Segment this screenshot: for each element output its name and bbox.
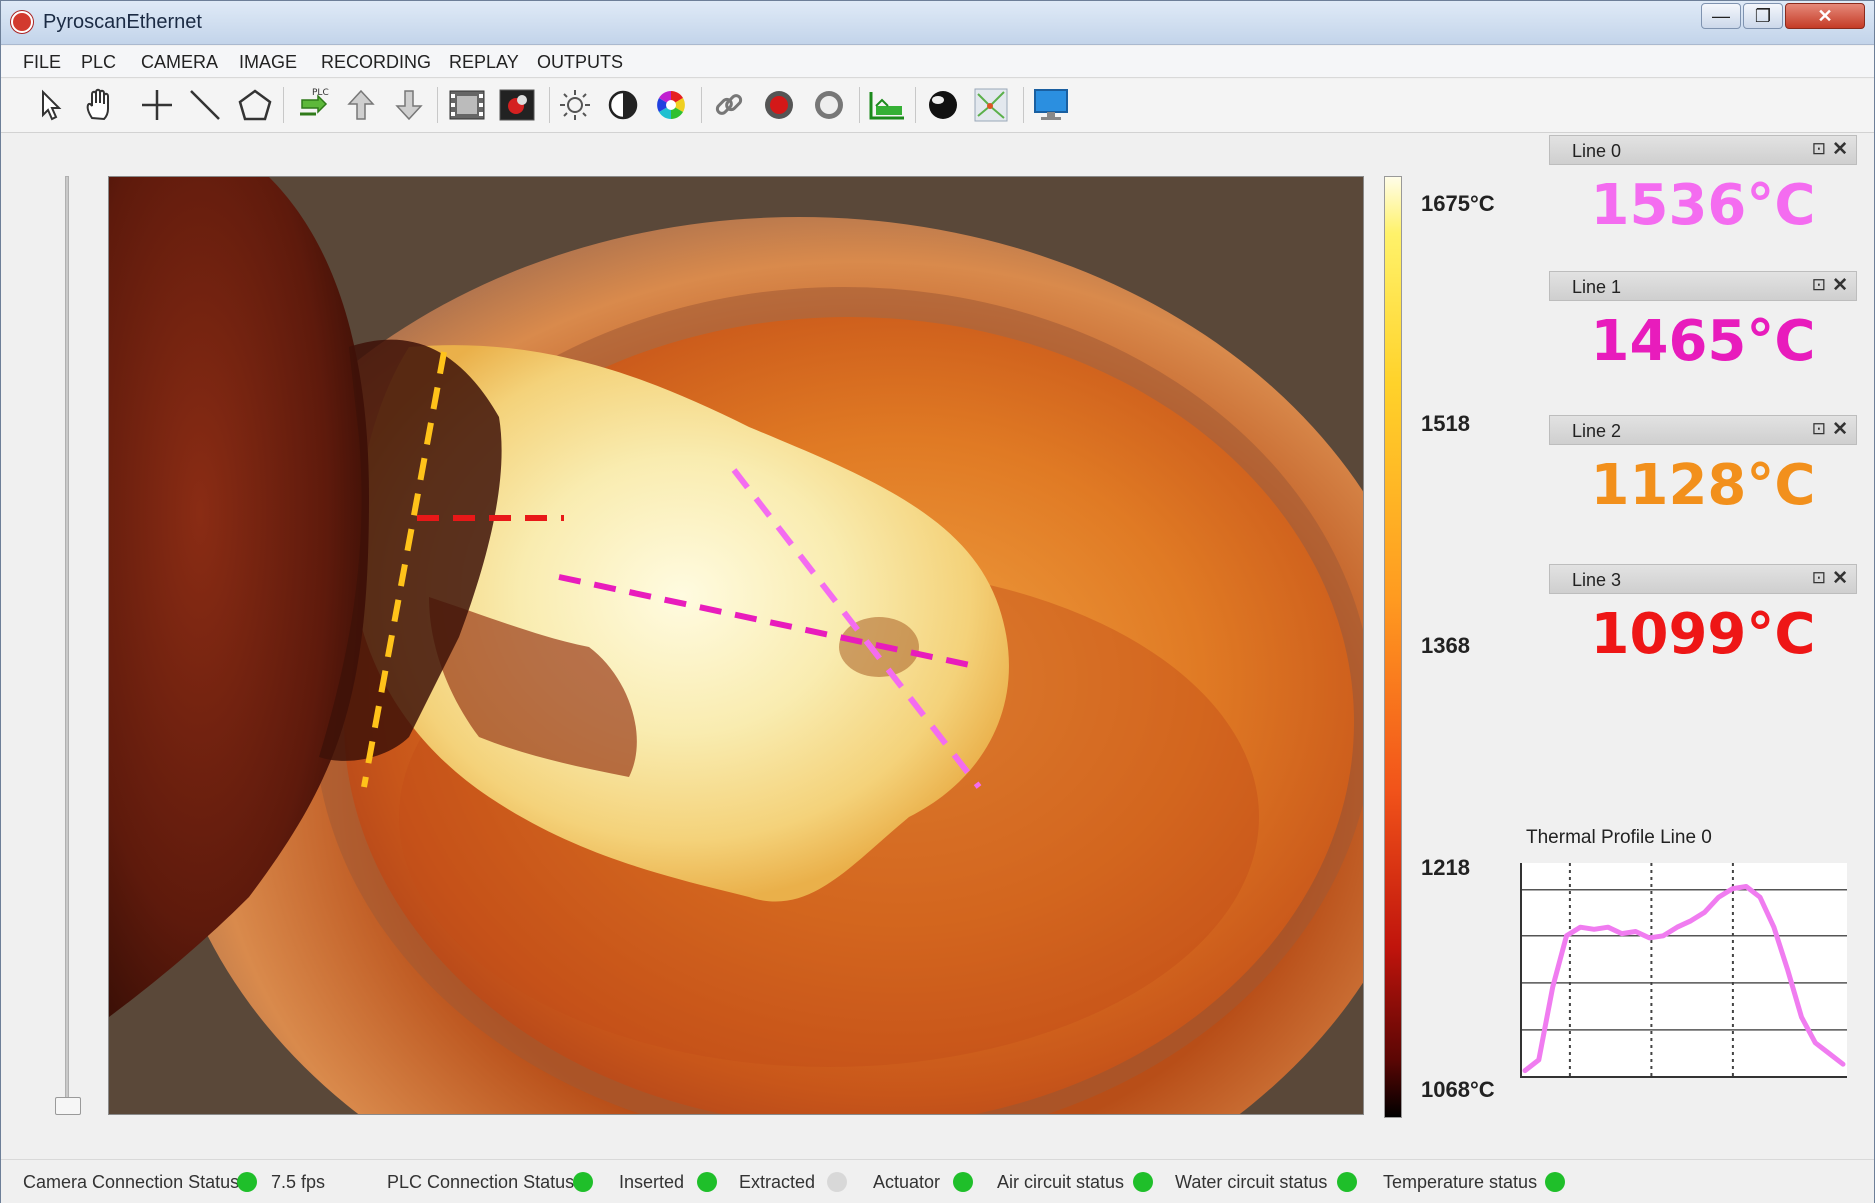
stop-icon[interactable] bbox=[809, 85, 849, 125]
actuator-label: Actuator bbox=[873, 1172, 941, 1192]
app-logo-icon bbox=[11, 11, 33, 33]
camera-status-indicator bbox=[237, 1172, 257, 1192]
menu-bar: FILE PLC CAMERA IMAGE RECORDING REPLAY O… bbox=[1, 46, 1874, 78]
scale-label-1218: 1218 bbox=[1421, 855, 1470, 880]
app-window: PyroscanEthernet — ❐ ✕ FILE PLC CAMERA I… bbox=[0, 0, 1875, 1203]
thermal-image-view[interactable] bbox=[108, 176, 1364, 1115]
scale-label-1518: 1518 bbox=[1421, 411, 1470, 436]
plc-badge-text: PLC bbox=[312, 88, 329, 98]
minimize-button[interactable]: — bbox=[1701, 3, 1741, 29]
layers-icon[interactable] bbox=[971, 85, 1011, 125]
toolbar: PLC bbox=[1, 79, 1874, 133]
toolbar-separator bbox=[701, 87, 702, 123]
menu-plc[interactable]: PLC bbox=[81, 52, 116, 73]
zoom-slider-handle[interactable] bbox=[55, 1097, 81, 1115]
menu-image[interactable]: IMAGE bbox=[239, 52, 297, 73]
line-tool-icon[interactable] bbox=[185, 85, 225, 125]
line-temperature: 1099°C bbox=[1590, 602, 1816, 667]
plc-status-indicator bbox=[573, 1172, 593, 1192]
line-panel-0: Line 0 ⊡ ✕ 1536°C bbox=[1549, 135, 1857, 253]
line-name: Line 3 bbox=[1572, 570, 1622, 590]
plc-icon[interactable]: PLC bbox=[293, 85, 333, 125]
sphere-icon[interactable] bbox=[923, 85, 963, 125]
profile-chart-title: Thermal Profile Line 0 bbox=[1526, 827, 1712, 848]
polygon-icon[interactable] bbox=[235, 85, 275, 125]
toolbar-separator bbox=[437, 87, 438, 123]
scale-label-min: 1068°C bbox=[1421, 1077, 1495, 1102]
line-panel-2: Line 2 ⊡ ✕ 1128°C bbox=[1549, 415, 1857, 533]
line-temperature: 1128°C bbox=[1590, 453, 1816, 518]
hand-icon[interactable] bbox=[79, 85, 119, 125]
fps-readout: 7.5 fps bbox=[271, 1172, 326, 1192]
arrow-down-icon[interactable] bbox=[389, 85, 429, 125]
line-panel-1: Line 1 ⊡ ✕ 1465°C bbox=[1549, 271, 1857, 389]
brightness-icon[interactable] bbox=[555, 85, 595, 125]
line-panel-header: Line 3 ⊡ ✕ bbox=[1549, 564, 1857, 594]
line-temperature: 1465°C bbox=[1590, 309, 1816, 374]
toolbar-separator bbox=[915, 87, 916, 123]
pin-icon[interactable]: ⊡ bbox=[1812, 419, 1826, 439]
menu-recording[interactable]: RECORDING bbox=[321, 52, 431, 73]
close-icon[interactable]: ✕ bbox=[1832, 418, 1848, 441]
maximize-button[interactable]: ❐ bbox=[1743, 3, 1783, 29]
record-icon[interactable] bbox=[759, 85, 799, 125]
thermal-profile-chart bbox=[1513, 853, 1853, 1094]
close-icon[interactable]: ✕ bbox=[1832, 138, 1848, 161]
line-name: Line 0 bbox=[1572, 141, 1622, 161]
line-panel-header: Line 1 ⊡ ✕ bbox=[1549, 271, 1857, 301]
close-button[interactable]: ✕ bbox=[1785, 3, 1865, 29]
temperature-scale-bar bbox=[1384, 176, 1402, 1118]
camera-status-label: Camera Connection Status bbox=[23, 1172, 240, 1192]
line-panel-3: Line 3 ⊡ ✕ 1099°C bbox=[1549, 564, 1857, 682]
extracted-indicator bbox=[827, 1172, 847, 1192]
air-circuit-indicator bbox=[1133, 1172, 1153, 1192]
air-circuit-label: Air circuit status bbox=[997, 1172, 1125, 1192]
close-icon[interactable]: ✕ bbox=[1832, 274, 1848, 297]
toolbar-separator bbox=[859, 87, 860, 123]
inserted-indicator bbox=[697, 1172, 717, 1192]
line-name: Line 1 bbox=[1572, 277, 1622, 297]
scale-label-max: 1675°C bbox=[1421, 191, 1495, 216]
menu-replay[interactable]: REPLAY bbox=[449, 52, 519, 73]
line-panel-header: Line 0 ⊡ ✕ bbox=[1549, 135, 1857, 165]
actuator-indicator bbox=[953, 1172, 973, 1192]
monitor-icon[interactable] bbox=[1031, 85, 1071, 125]
title-bar: PyroscanEthernet — ❐ ✕ bbox=[1, 1, 1874, 45]
temperature-status-indicator bbox=[1545, 1172, 1565, 1192]
toolbar-separator bbox=[283, 87, 284, 123]
crosshair-icon[interactable] bbox=[137, 85, 177, 125]
menu-camera[interactable]: CAMERA bbox=[141, 52, 218, 73]
pin-icon[interactable]: ⊡ bbox=[1812, 275, 1826, 295]
line-name: Line 2 bbox=[1572, 421, 1622, 441]
close-icon[interactable]: ✕ bbox=[1832, 567, 1848, 590]
line-temperature: 1536°C bbox=[1590, 173, 1816, 238]
snapshot-icon[interactable] bbox=[497, 85, 537, 125]
contrast-icon[interactable] bbox=[603, 85, 643, 125]
link-icon[interactable] bbox=[709, 85, 749, 125]
color-palette-icon[interactable] bbox=[651, 85, 691, 125]
pin-icon[interactable]: ⊡ bbox=[1812, 568, 1826, 588]
window-title: PyroscanEthernet bbox=[43, 11, 202, 33]
water-circuit-label: Water circuit status bbox=[1175, 1172, 1328, 1192]
toolbar-separator bbox=[549, 87, 550, 123]
menu-file[interactable]: FILE bbox=[23, 52, 61, 73]
menu-outputs[interactable]: OUTPUTS bbox=[537, 52, 623, 73]
water-circuit-indicator bbox=[1337, 1172, 1357, 1192]
line-panel-header: Line 2 ⊡ ✕ bbox=[1549, 415, 1857, 445]
temperature-status-label: Temperature status bbox=[1383, 1172, 1538, 1192]
zoom-slider-track[interactable] bbox=[65, 176, 69, 1101]
film-icon[interactable] bbox=[447, 85, 487, 125]
pointer-icon[interactable] bbox=[31, 85, 71, 125]
scale-label-1368: 1368 bbox=[1421, 633, 1470, 658]
plc-status-label: PLC Connection Status bbox=[387, 1172, 575, 1192]
extracted-label: Extracted bbox=[739, 1172, 816, 1192]
pin-icon[interactable]: ⊡ bbox=[1812, 139, 1826, 159]
arrow-up-icon[interactable] bbox=[341, 85, 381, 125]
inserted-label: Inserted bbox=[619, 1172, 685, 1192]
toolbar-separator bbox=[1023, 87, 1024, 123]
status-bar: Camera Connection Status 7.5 fps PLC Con… bbox=[1, 1159, 1874, 1203]
graph-icon[interactable] bbox=[867, 85, 907, 125]
